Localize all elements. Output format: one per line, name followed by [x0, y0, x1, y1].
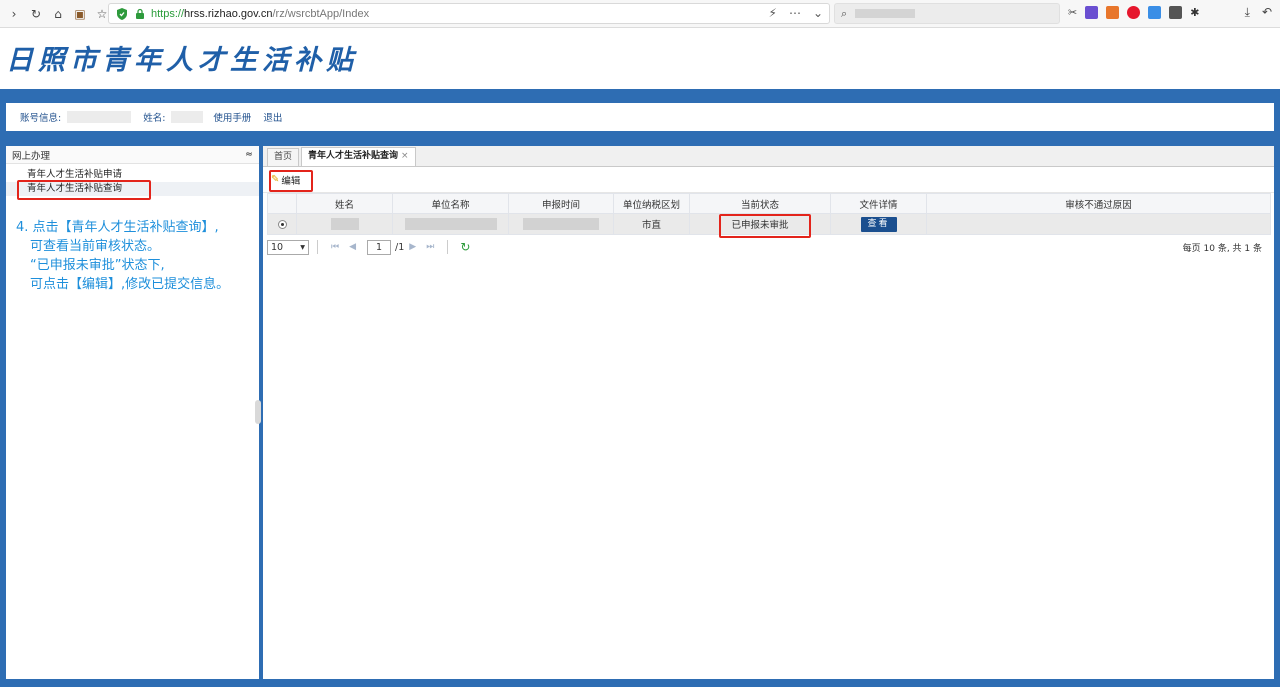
cell-date — [508, 213, 614, 235]
header-reason: 审核不通过原因 — [926, 193, 1271, 214]
annotation-line-3: “已申报未审批”状态下, — [30, 258, 165, 273]
prev-page-icon[interactable]: ◀ — [349, 242, 356, 252]
mail-extension-icon[interactable] — [1148, 6, 1162, 19]
lock-icon — [136, 8, 144, 19]
app-frame: 账号信息: 姓名: 使用手册 退出 网上办理 ≈ 青年人才生活补贴申请 青年人才… — [0, 89, 1280, 687]
sidebar-header: 网上办理 ≈ — [6, 146, 259, 164]
name-value — [171, 111, 204, 123]
header-name: 姓名 — [296, 193, 393, 214]
url-host: hrss.rizhao.gov.cn — [184, 7, 273, 20]
divider — [317, 240, 318, 254]
url-scheme: https:// — [151, 7, 185, 20]
cell-files: 查看 — [830, 213, 927, 235]
header-district: 单位纳税区划 — [613, 193, 690, 214]
page-size-select[interactable]: 10 ▾ — [267, 239, 309, 255]
lightning-icon[interactable]: ⚡ — [769, 6, 777, 20]
pagination-bar: 10 ▾ ⏮ ◀ 1 /1 ▶ ⏭ ↻ 每页 10 条, 共 1 条 — [267, 236, 1270, 258]
weibo-extension-icon[interactable] — [1127, 6, 1141, 19]
browser-toolbar: › ↻ ⌂ ▣ ☆ https://hrss.rizhao.gov.cn/rz/… — [0, 0, 1280, 28]
header-status: 当前状态 — [689, 193, 831, 214]
panel-splitter[interactable] — [255, 400, 261, 424]
reload-icon[interactable]: ↻ — [28, 6, 44, 22]
pocket-extension-icon[interactable] — [1169, 6, 1183, 19]
next-page-icon[interactable]: ▶ — [409, 242, 416, 252]
annotation-line-2: 可查看当前审核状态。 — [30, 239, 161, 254]
highlight-box-status — [719, 214, 811, 238]
collapse-icon[interactable]: ≈ — [245, 149, 253, 160]
view-button[interactable]: 查看 — [860, 216, 897, 232]
close-icon[interactable]: × — [401, 151, 409, 161]
tab-bar: 首页 青年人才生活补贴查询 × — [263, 146, 1274, 167]
highlight-box-edit — [269, 170, 313, 192]
cell-district: 市直 — [613, 213, 690, 235]
first-page-icon[interactable]: ⏮ — [331, 242, 339, 252]
address-bar[interactable]: https://hrss.rizhao.gov.cn/rz/wsrcbtApp/… — [108, 3, 830, 24]
header-select — [267, 193, 297, 214]
last-page-icon[interactable]: ⏭ — [426, 242, 434, 252]
search-blurred-text — [855, 9, 916, 18]
page-number-input[interactable]: 1 — [367, 239, 392, 255]
forward-icon[interactable]: › — [6, 6, 22, 22]
account-value — [67, 111, 132, 123]
tab-query[interactable]: 青年人才生活补贴查询 × — [301, 147, 416, 166]
logout-link[interactable]: 退出 — [263, 110, 282, 124]
row-radio-cell[interactable] — [267, 213, 297, 235]
search-bar[interactable]: ⌕ — [834, 3, 1060, 24]
sidebar-header-label: 网上办理 — [12, 150, 51, 162]
chevron-down-icon: ▾ — [300, 241, 305, 253]
manual-link[interactable]: 使用手册 — [213, 110, 251, 124]
tab-query-label: 青年人才生活补贴查询 — [308, 151, 399, 161]
header-company: 单位名称 — [392, 193, 509, 214]
annotation-text: 4. 点击【青年人才生活补贴查询】, 可查看当前审核状态。 “已申报未审批”状态… — [16, 218, 229, 294]
url-text: https://hrss.rizhao.gov.cn/rz/wsrcbtApp/… — [151, 8, 369, 20]
chevron-down-icon[interactable]: ⌄ — [813, 6, 823, 20]
download-icon[interactable]: ⤓ — [1245, 5, 1250, 20]
scissors-icon[interactable]: ✂ — [1068, 6, 1077, 19]
fox-extension-icon[interactable] — [1106, 6, 1120, 19]
annotation-line-1: 4. 点击【青年人才生活补贴查询】, — [16, 220, 219, 235]
blurred-company — [404, 218, 497, 230]
home-icon[interactable]: ⌂ — [50, 6, 66, 22]
grid-toolbar: ✎ 编辑 — [263, 167, 1274, 193]
more-icon[interactable]: ⋯ — [789, 6, 801, 20]
header-files: 文件详情 — [830, 193, 927, 214]
blurred-date — [523, 218, 599, 230]
header-date: 申报时间 — [508, 193, 614, 214]
refresh-icon[interactable]: ↻ — [460, 240, 470, 254]
tab-home-label: 首页 — [274, 152, 293, 162]
cell-company — [392, 213, 509, 235]
shield-icon — [117, 7, 127, 20]
main-panel: 首页 青年人才生活补贴查询× ✎ 编辑 姓名 单位名称 申报时间 单位纳税区划 — [263, 146, 1274, 679]
url-path: /rz/wsrcbtApp/Index — [272, 7, 370, 20]
blurred-name — [330, 218, 359, 230]
site-title: 日照市青年人才生活补贴 — [6, 45, 358, 76]
divider — [447, 240, 449, 254]
user-info-bar: 账号信息: 姓名: 使用手册 退出 — [6, 103, 1274, 131]
page-total: /1 — [395, 241, 405, 253]
row-radio[interactable] — [277, 219, 287, 229]
cell-reason — [926, 213, 1271, 235]
table-header-row: 姓名 单位名称 申报时间 单位纳税区划 当前状态 文件详情 审核不通过原因 — [267, 193, 1271, 214]
left-panel: 网上办理 ≈ 青年人才生活补贴申请 青年人才生活补贴查询 4. 点击【青年人才生… — [6, 146, 259, 679]
tab-home[interactable]: 首页 — [267, 148, 300, 166]
name-label: 姓名: — [143, 113, 166, 124]
pagination-info: 每页 10 条, 共 1 条 — [1182, 243, 1262, 254]
briefcase-icon[interactable]: ▣ — [72, 6, 88, 22]
page-size-value: 10 — [271, 241, 284, 253]
search-icon: ⌕ — [841, 6, 848, 20]
translate-extension-icon[interactable] — [1085, 6, 1099, 19]
puzzle-icon[interactable]: ✱ — [1190, 6, 1199, 19]
annotation-line-4: 可点击【编辑】,修改已提交信息。 — [30, 277, 230, 292]
highlight-box-query — [17, 180, 151, 200]
undo-icon[interactable]: ↶ — [1262, 5, 1272, 20]
cell-name — [296, 213, 393, 235]
account-label: 账号信息: — [20, 113, 62, 124]
